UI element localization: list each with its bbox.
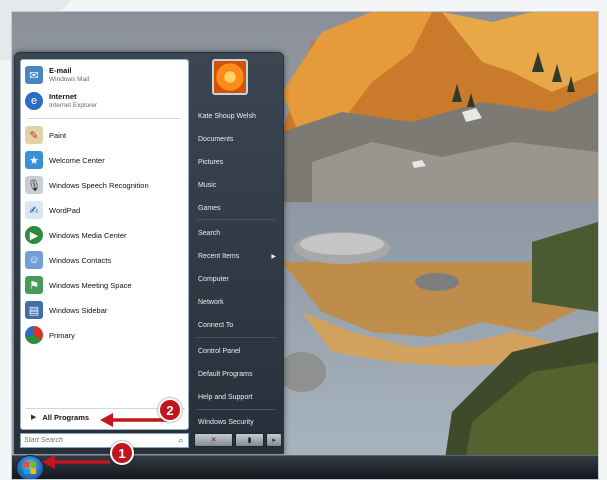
callout-number: 1 [118, 445, 126, 461]
pinned-divider [27, 118, 181, 119]
place-label: Default Programs [198, 370, 253, 378]
place-recent-items[interactable]: Recent Items ▶ [194, 248, 282, 264]
mail-icon: ✉ [25, 66, 43, 84]
recent-item-media-center[interactable]: ▶ Windows Media Center [25, 224, 185, 246]
place-documents[interactable]: Documents [194, 131, 282, 147]
programs-pane: ✉ E-mail Windows Mail e Internet Interne… [20, 59, 189, 430]
place-control-panel[interactable]: Control Panel [194, 343, 282, 359]
chevron-right-icon[interactable]: ▸ [266, 433, 282, 447]
place-label: Recent Items [198, 252, 240, 260]
chevron-right-icon: ▶ [271, 253, 276, 260]
sidebar-icon: ▤ [25, 301, 43, 319]
search-icon[interactable]: ⌕ [174, 435, 188, 446]
places-separator [196, 337, 276, 338]
desktop-screen: ✉ E-mail Windows Mail e Internet Interne… [11, 11, 599, 480]
power-button[interactable]: ✕ [194, 433, 234, 447]
place-label: Kate Shoup Welsh [198, 112, 256, 120]
recent-item-label: Primary [49, 330, 75, 340]
place-label: Computer [198, 275, 229, 283]
pinned-item-subtitle: Windows Mail [49, 76, 90, 83]
recent-item-label: Windows Sidebar [49, 305, 108, 315]
place-label: Pictures [198, 158, 224, 166]
start-search-input[interactable] [21, 437, 175, 444]
pinned-item-title: Internet [49, 92, 77, 101]
chevron-right-icon: ▶ [31, 414, 37, 421]
pinned-item-email[interactable]: ✉ E-mail Windows Mail [25, 64, 185, 86]
place-pictures[interactable]: Pictures [194, 154, 282, 170]
all-programs-label: All Programs [42, 412, 90, 422]
pinned-item-internet[interactable]: e Internet Internet Explorer [25, 90, 185, 112]
user-avatar[interactable] [212, 59, 248, 95]
recent-item-wordpad[interactable]: ✍ WordPad [25, 199, 185, 221]
lock-icon[interactable]: ▮ [235, 433, 265, 447]
media-center-icon: ▶ [25, 226, 43, 244]
start-menu: ✉ E-mail Windows Mail e Internet Interne… [14, 52, 284, 454]
callout-badge-2: 2 [158, 398, 182, 422]
place-default-programs[interactable]: Default Programs [194, 366, 282, 382]
power-controls: ✕ ▮ ▸ [194, 433, 282, 447]
callout-badge-1: 1 [110, 441, 134, 465]
recent-item-speech-recognition[interactable]: 🎙 Windows Speech Recognition [25, 174, 185, 196]
recent-item-primary[interactable]: Primary [25, 324, 185, 346]
places-separator [196, 219, 276, 220]
recent-item-label: Welcome Center [49, 155, 105, 165]
places-pane: Kate Shoup Welsh Documents Pictures Musi… [192, 53, 282, 453]
place-network[interactable]: Network [194, 294, 282, 310]
internet-explorer-icon: e [25, 92, 43, 110]
recent-item-label: Paint [49, 130, 67, 140]
place-label: Music [198, 181, 217, 189]
paint-icon: ✎ [25, 126, 43, 144]
recent-item-meeting-space[interactable]: ⚑ Windows Meeting Space [25, 274, 185, 296]
recent-item-label: WordPad [49, 205, 81, 215]
place-computer[interactable]: Computer [194, 271, 282, 287]
callout-arrow-1 [42, 455, 110, 469]
pinned-item-subtitle: Internet Explorer [49, 102, 98, 109]
recent-item-sidebar[interactable]: ▤ Windows Sidebar [25, 299, 185, 321]
pinned-item-title: E-mail [49, 66, 72, 75]
place-windows-security[interactable]: Windows Security [194, 414, 282, 430]
place-label: Windows Security [198, 418, 254, 426]
place-search[interactable]: Search [194, 225, 282, 241]
microphone-icon: 🎙 [25, 176, 43, 194]
start-search-box[interactable]: ⌕ [20, 433, 189, 448]
places-separator [196, 409, 276, 410]
wordpad-icon: ✍ [25, 201, 43, 219]
place-label: Network [198, 298, 224, 306]
place-label: Connect To [198, 321, 234, 329]
place-music[interactable]: Music [194, 177, 282, 193]
contacts-icon: ☺ [25, 251, 43, 269]
meeting-space-icon: ⚑ [25, 276, 43, 294]
recent-item-label: Windows Meeting Space [49, 280, 132, 290]
pie-chart-icon [25, 326, 43, 344]
place-label: Games [198, 204, 221, 212]
windows-logo-icon [24, 462, 36, 474]
recent-item-label: Windows Speech Recognition [49, 180, 149, 190]
recent-item-label: Windows Contacts [49, 255, 112, 265]
place-connect-to[interactable]: Connect To [194, 317, 282, 333]
callout-number: 2 [166, 402, 174, 418]
place-games[interactable]: Games [194, 200, 282, 216]
welcome-center-icon: ★ [25, 151, 43, 169]
place-label: Search [198, 229, 221, 237]
recent-item-welcome-center[interactable]: ★ Welcome Center [25, 149, 185, 171]
place-label: Help and Support [198, 393, 253, 401]
recent-item-paint[interactable]: ✎ Paint [25, 124, 185, 146]
place-help-support[interactable]: Help and Support [194, 389, 282, 405]
start-button[interactable] [16, 455, 44, 479]
recent-item-label: Windows Media Center [49, 230, 127, 240]
place-label: Control Panel [198, 347, 241, 355]
recent-item-contacts[interactable]: ☺ Windows Contacts [25, 249, 185, 271]
place-label: Documents [198, 135, 234, 143]
place-user-folder[interactable]: Kate Shoup Welsh [194, 108, 282, 124]
